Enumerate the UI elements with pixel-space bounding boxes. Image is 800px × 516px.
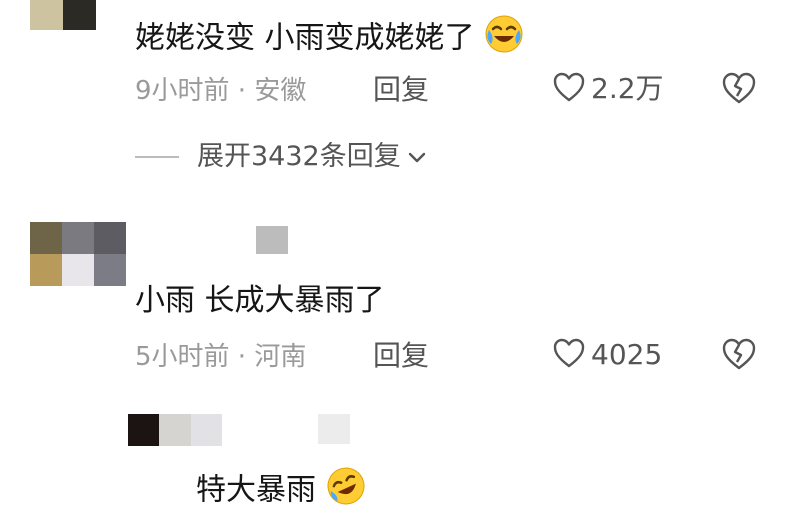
avatar[interactable] [30,222,126,286]
expand-replies-label: 展开3432条回复 [197,141,401,172]
heart-icon [553,338,585,372]
expand-replies-button[interactable]: 展开3432条回复 [135,142,427,172]
broken-heart-icon [722,72,756,108]
like-count: 2.2万 [591,72,664,105]
rolling-laughing-emoji-icon [326,466,366,516]
reply-text: 特大暴雨 [196,466,366,516]
heart-icon [553,72,585,106]
broken-heart-icon [722,338,756,374]
avatar[interactable] [128,414,222,446]
avatar[interactable] [30,0,96,30]
username-mosaic [318,414,350,444]
comment-meta: 5小时前 · 河南 [135,342,307,372]
username-mosaic [256,226,288,254]
reply-button[interactable]: 回复 [373,75,429,105]
reply-text-content: 特大暴雨 [196,472,316,508]
chevron-down-icon [407,142,427,172]
crying-laughing-emoji-icon [484,14,524,64]
comment-text-content: 姥姥没变 小雨变成姥姥了 [135,20,475,56]
dislike-button[interactable] [722,338,756,374]
divider-line [135,156,179,158]
dislike-button[interactable] [722,72,756,108]
like-count: 4025 [591,338,663,371]
comment-text: 小雨 长成大暴雨了 [135,283,385,318]
comment-meta: 9小时前 · 安徽 [135,76,307,106]
reply-button[interactable]: 回复 [373,341,429,371]
comment-text: 姥姥没变 小雨变成姥姥了 [135,14,524,64]
like-button[interactable]: 4025 [553,338,662,372]
like-button[interactable]: 2.2万 [553,72,664,106]
